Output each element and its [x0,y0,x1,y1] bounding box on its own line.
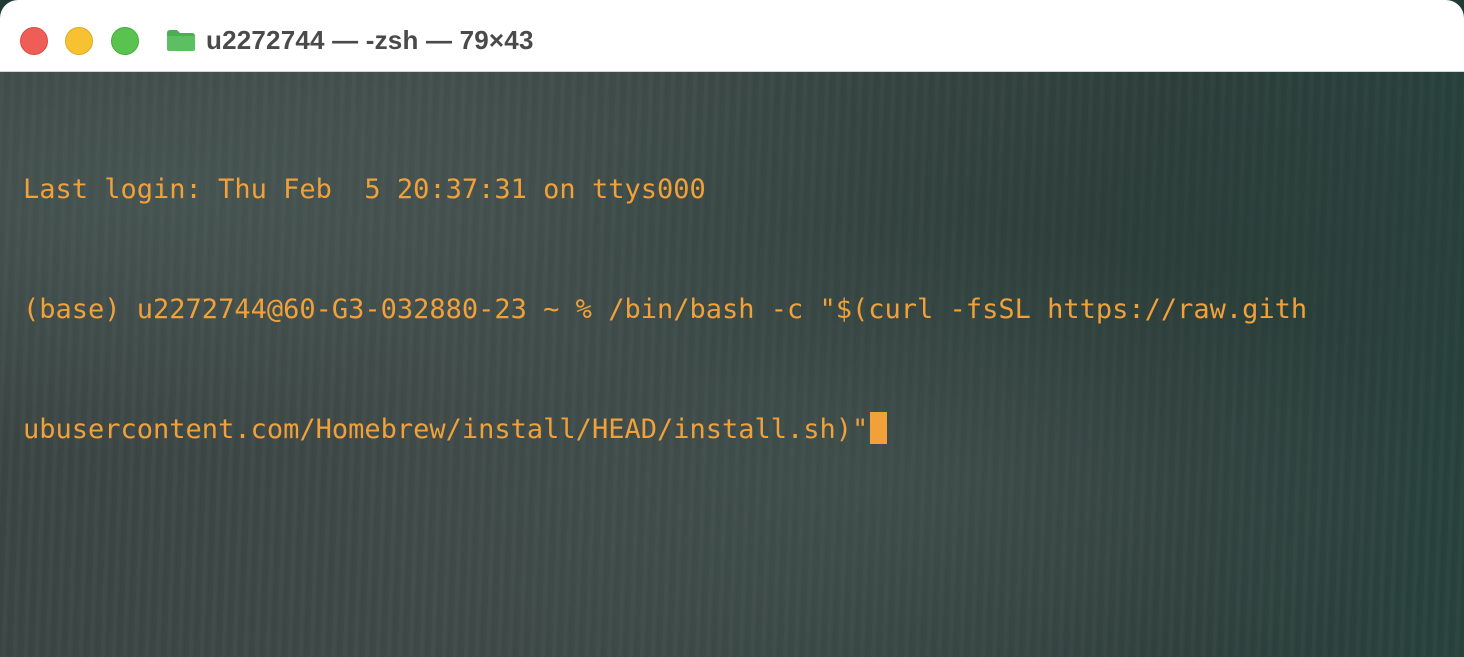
terminal-line: Last login: Thu Feb 5 20:37:31 on ttys00… [23,174,706,205]
close-button[interactable] [20,27,48,55]
text-cursor [870,412,888,444]
maximize-button[interactable] [111,27,139,55]
window-title-group: u2272744 — -zsh — 79×43 [166,22,534,58]
folder-icon [166,28,196,52]
minimize-button[interactable] [65,27,93,55]
terminal-line: ubusercontent.com/Homebrew/install/HEAD/… [23,414,869,445]
terminal-line-with-cursor: ubusercontent.com/Homebrew/install/HEAD/… [23,410,1307,450]
terminal-line: (base) u2272744@60-G3-032880-23 ~ % /bin… [23,294,1308,325]
title-bar[interactable]: u2272744 — -zsh — 79×43 [0,0,1464,72]
terminal-content[interactable]: Last login: Thu Feb 5 20:37:31 on ttys00… [0,72,1464,657]
window-title: u2272744 — -zsh — 79×43 [206,24,534,55]
terminal-output: Last login: Thu Feb 5 20:37:31 on ttys00… [23,90,1307,530]
terminal-window: u2272744 — -zsh — 79×43 Last login: Thu … [0,0,1464,657]
